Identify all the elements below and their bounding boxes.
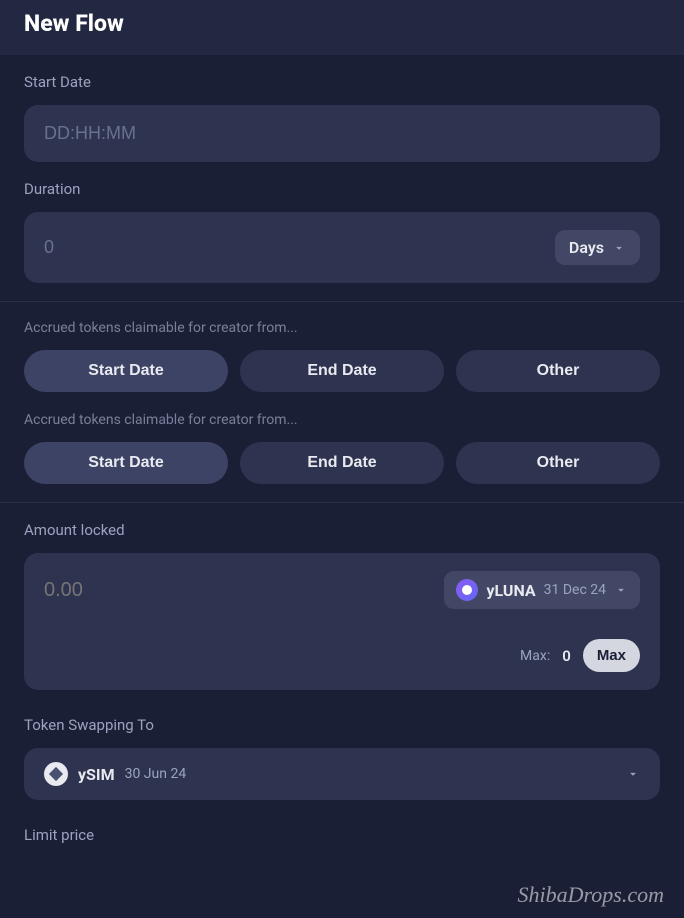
- limit-price-label: Limit price: [24, 826, 660, 844]
- amount-bottom-row: Max: 0 Max: [44, 639, 640, 672]
- chevron-down-icon: [626, 767, 640, 781]
- start-date-section: Start Date Duration Days: [0, 55, 684, 302]
- page-title: New Flow: [24, 10, 660, 37]
- accrued-section: Accrued tokens claimable for creator fro…: [0, 302, 684, 503]
- accrued-label-2: Accrued tokens claimable for creator fro…: [24, 412, 660, 428]
- amount-top-row: yLUNA 31 Dec 24: [44, 571, 640, 609]
- start-date-input[interactable]: [44, 123, 640, 144]
- amount-token-date: 31 Dec 24: [544, 582, 606, 598]
- header: New Flow: [0, 0, 684, 55]
- amount-token-name: yLUNA: [486, 581, 535, 600]
- amount-locked-section: Amount locked yLUNA 31 Dec 24 Max: 0 Max…: [0, 503, 684, 876]
- swap-token-date: 30 Jun 24: [125, 766, 187, 782]
- accrued1-other-button[interactable]: Other: [456, 350, 660, 392]
- amount-locked-label: Amount locked: [24, 521, 660, 539]
- duration-unit-text: Days: [569, 238, 604, 257]
- max-button[interactable]: Max: [583, 639, 640, 672]
- accrued2-other-button[interactable]: Other: [456, 442, 660, 484]
- token-swapping-label: Token Swapping To: [24, 716, 660, 734]
- duration-unit-dropdown[interactable]: Days: [555, 230, 640, 265]
- accrued2-start-date-button[interactable]: Start Date: [24, 442, 228, 484]
- amount-token-selector[interactable]: yLUNA 31 Dec 24: [444, 571, 640, 609]
- duration-input[interactable]: [44, 237, 555, 258]
- accrued-row-2: Start Date End Date Other: [24, 442, 660, 484]
- max-value: 0: [562, 647, 571, 665]
- accrued2-end-date-button[interactable]: End Date: [240, 442, 444, 484]
- accrued1-end-date-button[interactable]: End Date: [240, 350, 444, 392]
- start-date-input-wrapper: [24, 105, 660, 162]
- chevron-down-icon: [612, 241, 626, 255]
- accrued1-start-date-button[interactable]: Start Date: [24, 350, 228, 392]
- yluna-token-icon: [456, 579, 478, 601]
- accrued-label-1: Accrued tokens claimable for creator fro…: [24, 320, 660, 336]
- swap-token-name: ySIM: [78, 765, 115, 784]
- max-label: Max:: [520, 648, 550, 664]
- duration-input-wrapper: Days: [24, 212, 660, 283]
- amount-locked-box: yLUNA 31 Dec 24 Max: 0 Max: [24, 553, 660, 690]
- amount-locked-input[interactable]: [44, 579, 444, 602]
- watermark: ShibaDrops.com: [518, 882, 664, 908]
- token-swap-left: ySIM 30 Jun 24: [44, 762, 186, 786]
- start-date-label: Start Date: [24, 73, 660, 91]
- ysim-token-icon: [44, 762, 68, 786]
- token-swap-selector[interactable]: ySIM 30 Jun 24: [24, 748, 660, 800]
- accrued-row-1: Start Date End Date Other: [24, 350, 660, 392]
- duration-label: Duration: [24, 180, 660, 198]
- chevron-down-icon: [614, 583, 628, 597]
